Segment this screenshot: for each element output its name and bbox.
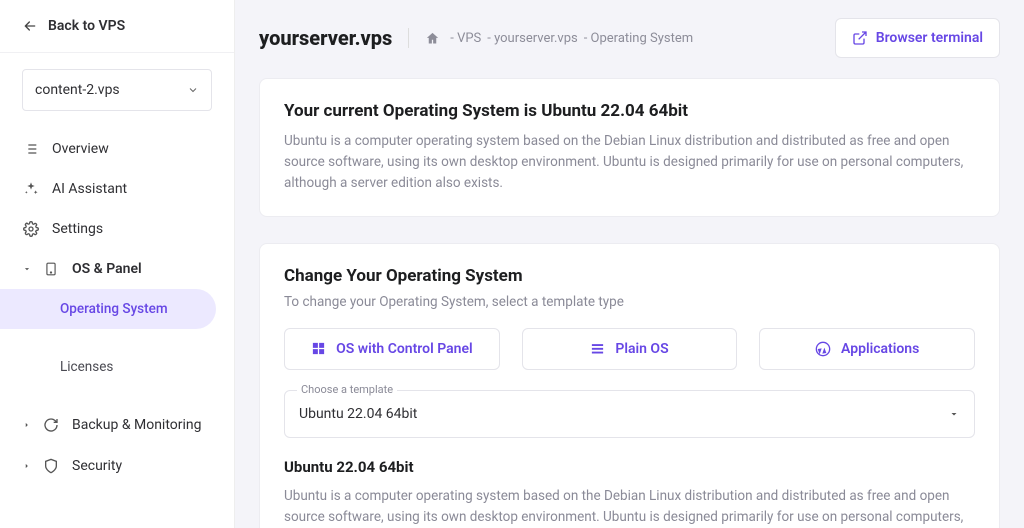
list-icon bbox=[22, 141, 40, 157]
sidebar-item-label: Security bbox=[72, 458, 122, 474]
option-plain-os[interactable]: Plain OS bbox=[522, 328, 738, 370]
breadcrumb-item[interactable]: - VPS bbox=[450, 31, 481, 46]
grid-icon bbox=[311, 341, 326, 356]
server-select[interactable]: content-2.vps bbox=[22, 69, 212, 111]
sidebar-item-label: Settings bbox=[52, 221, 103, 237]
option-label: OS with Control Panel bbox=[336, 341, 473, 357]
template-select[interactable]: Choose a template Ubuntu 22.04 64bit bbox=[284, 390, 975, 438]
chevron-down-icon bbox=[948, 408, 960, 420]
browser-terminal-button[interactable]: Browser terminal bbox=[835, 18, 1000, 58]
sidebar-item-label: Licenses bbox=[60, 359, 113, 375]
sidebar-item-label: Backup & Monitoring bbox=[72, 417, 202, 434]
list-icon bbox=[590, 341, 605, 356]
sidebar-item-label: Operating System bbox=[60, 301, 168, 317]
sidebar-item-security[interactable]: Security bbox=[0, 446, 234, 486]
change-os-card: Change Your Operating System To change y… bbox=[259, 243, 1000, 528]
sidebar-item-ai[interactable]: AI Assistant bbox=[0, 169, 234, 209]
template-type-options: OS with Control Panel Plain OS Applicati… bbox=[284, 328, 975, 370]
option-applications[interactable]: Applications bbox=[759, 328, 975, 370]
select-label: Choose a template bbox=[297, 383, 397, 396]
sparkle-icon bbox=[22, 181, 40, 197]
divider bbox=[408, 28, 409, 48]
wordpress-icon bbox=[815, 341, 831, 357]
main-content: yourserver.vps - VPS - yourserver.vps - … bbox=[235, 0, 1024, 528]
back-link[interactable]: Back to VPS bbox=[0, 0, 234, 53]
arrow-left-icon bbox=[22, 18, 38, 34]
back-label: Back to VPS bbox=[48, 18, 125, 34]
breadcrumb-item: - Operating System bbox=[584, 31, 693, 46]
sidebar-item-label: AI Assistant bbox=[52, 181, 127, 197]
breadcrumb: - VPS - yourserver.vps - Operating Syste… bbox=[450, 31, 693, 46]
home-icon[interactable] bbox=[425, 31, 440, 46]
sidebar-nav: Overview AI Assistant Settings bbox=[0, 123, 234, 486]
shield-icon bbox=[42, 458, 60, 474]
card-title: Change Your Operating System bbox=[284, 266, 975, 286]
sidebar-item-backup[interactable]: Backup & Monitoring bbox=[0, 405, 234, 446]
button-label: Browser terminal bbox=[876, 30, 983, 46]
option-os-control-panel[interactable]: OS with Control Panel bbox=[284, 328, 500, 370]
chevron-right-icon bbox=[22, 420, 32, 430]
sidebar-item-settings[interactable]: Settings bbox=[0, 209, 234, 249]
external-link-icon bbox=[852, 30, 868, 46]
refresh-icon bbox=[42, 417, 60, 433]
select-value: Ubuntu 22.04 64bit bbox=[299, 406, 417, 422]
sidebar: Back to VPS content-2.vps Overview AI As… bbox=[0, 0, 235, 528]
page-title: yourserver.vps bbox=[259, 26, 392, 50]
sidebar-item-os-panel[interactable]: OS & Panel bbox=[0, 249, 234, 289]
server-select-value: content-2.vps bbox=[35, 82, 120, 98]
sidebar-item-overview[interactable]: Overview bbox=[0, 129, 234, 169]
sidebar-item-label: OS & Panel bbox=[72, 261, 142, 277]
selected-os-desc: Ubuntu is a computer operating system ba… bbox=[284, 486, 975, 528]
current-os-card: Your current Operating System is Ubuntu … bbox=[259, 78, 1000, 217]
option-label: Plain OS bbox=[615, 341, 668, 357]
sidebar-item-operating-system[interactable]: Operating System bbox=[0, 289, 216, 329]
chevron-right-icon bbox=[22, 461, 32, 471]
server-icon bbox=[42, 261, 60, 277]
chevron-down-icon bbox=[22, 264, 32, 274]
gear-icon bbox=[22, 221, 40, 237]
chevron-down-icon bbox=[187, 84, 199, 96]
card-text: Ubuntu is a computer operating system ba… bbox=[284, 131, 975, 194]
selected-os-title: Ubuntu 22.04 64bit bbox=[284, 458, 975, 476]
sidebar-item-licenses[interactable]: Licenses bbox=[0, 347, 234, 387]
topbar: yourserver.vps - VPS - yourserver.vps - … bbox=[259, 18, 1000, 58]
breadcrumb-item[interactable]: - yourserver.vps bbox=[487, 31, 577, 46]
option-label: Applications bbox=[841, 341, 919, 357]
card-title: Your current Operating System is Ubuntu … bbox=[284, 101, 975, 121]
card-subtitle: To change your Operating System, select … bbox=[284, 294, 975, 310]
sidebar-item-label: Overview bbox=[52, 141, 109, 157]
